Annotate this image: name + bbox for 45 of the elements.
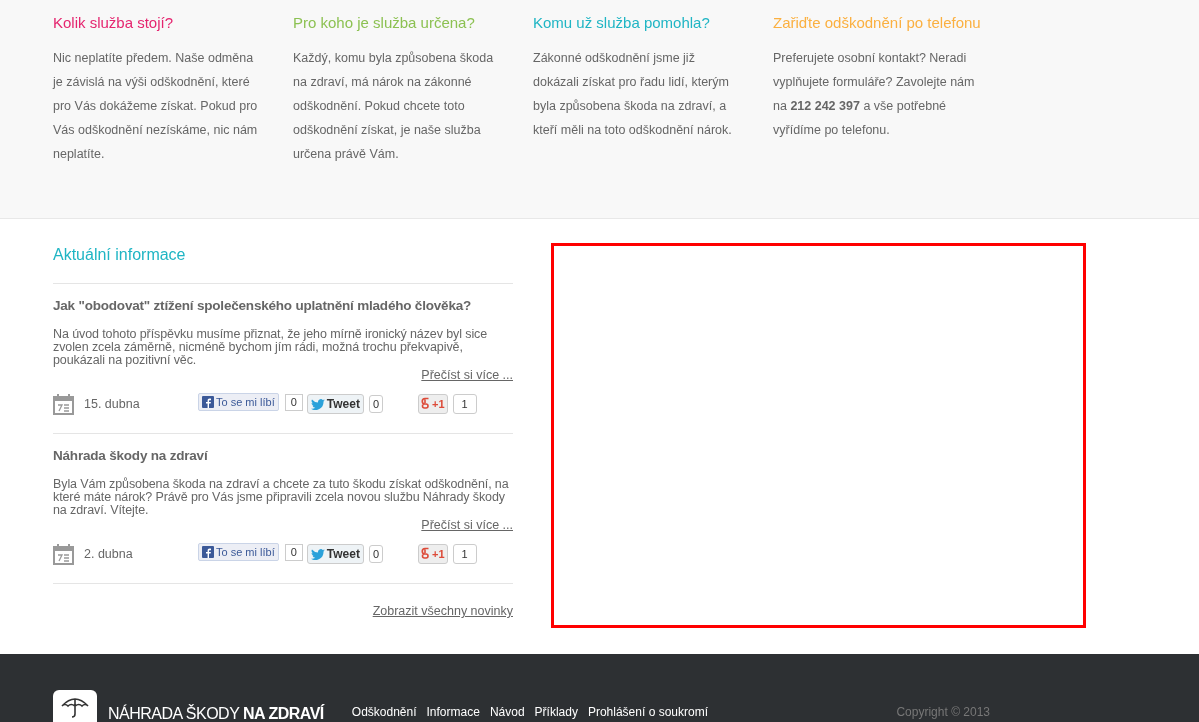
footer-link[interactable]: Informace	[426, 703, 480, 721]
brand-name: NÁHRADA ŠKODY NA ZDRAVÍ	[108, 704, 324, 722]
like-button[interactable]: To se mi líbí	[198, 393, 279, 411]
bird-icon	[310, 398, 325, 410]
column-text: Každý, komu byla způsobena škoda na zdraví, má nárok na zákonné odškodnění. Pokud chcete toto odškodnění získat, je naše služba určena právě Vám.	[293, 50, 495, 163]
like-count: 0	[284, 543, 303, 561]
tweet-count: 0	[368, 545, 384, 563]
column-text: Nic neplatíte předem. Naše odměna je závislá na výši odškodnění, které pro Vás dokážeme získat. Pokud pro Vás odškodnění nezískáme, nic nám neplatíte.	[53, 50, 259, 163]
article-title: Náhrada škody na zdraví	[53, 447, 209, 465]
article-text: Na úvod tohoto příspěvku musíme přiznat, že jeho mírně ironický název byl sice zvolen zcela záměrně, nicméně bychom jím rádi, možná trochu překvapivě, poukázali na pozitivní věc.	[53, 328, 489, 367]
article-date: 2. dubna	[84, 545, 134, 563]
footer-link[interactable]: Prohlášení o soukromí	[587, 703, 708, 721]
plus-one-count: 1	[452, 544, 477, 564]
bird-icon	[310, 548, 325, 560]
column-text: Zákonné odškodnění jsme již dokázali získat pro řadu lidí, kterým byla způsobena škoda na zdraví, a kteří měli na toto odškodnění nárok.	[533, 50, 733, 139]
all-news-link[interactable]: Zobrazit všechny novinky	[372, 602, 513, 621]
like-count: 0	[284, 393, 303, 411]
calendar-icon	[53, 543, 74, 565]
tweet-button[interactable]: Tweet	[306, 394, 364, 414]
column-title: Pro koho je služba určena?	[293, 13, 476, 33]
read-more-link[interactable]: Přečíst si více ...	[421, 367, 513, 383]
article-date: 15. dubna	[84, 395, 141, 413]
article-title: Jak "obodovat" ztížení společenského uplatnění mladého člověka?	[53, 297, 473, 315]
plus-one-button[interactable]: +1	[418, 394, 448, 414]
section-title: Aktuální informace	[53, 243, 513, 284]
plus-one-button[interactable]: +1	[418, 544, 448, 564]
plus-one-count: 1	[452, 394, 477, 414]
google-icon	[421, 397, 431, 411]
footer-link[interactable]: Příklady	[534, 703, 578, 721]
copyright-text: Copyright © 2013	[896, 704, 990, 721]
column-title: Zařiďte odškodnění po telefonu	[773, 13, 982, 33]
facebook-icon	[202, 546, 214, 558]
tweet-button[interactable]: Tweet	[306, 544, 364, 564]
calendar-icon	[53, 393, 74, 415]
read-more-link[interactable]: Přečíst si více ...	[421, 517, 513, 533]
tweet-count: 0	[368, 395, 384, 413]
google-icon	[421, 547, 431, 561]
column-title: Komu už služba pomohla?	[533, 13, 711, 33]
column-title: Kolik služba stojí?	[53, 13, 175, 33]
footer-link[interactable]: Odškodnění	[351, 703, 417, 721]
facebook-icon	[202, 396, 214, 408]
article-text: Byla Vám způsobena škoda na zdraví a chcete za tuto škodu získat odškodnění, na které máte nárok? Právě pro Vás jsme připravili zcela novou službu Náhrady škody na zdraví. Vítejte.	[53, 478, 510, 517]
like-button[interactable]: To se mi líbí	[198, 543, 279, 561]
footer-link[interactable]: Návod	[489, 703, 525, 721]
column-text: Preferujete osobní kontakt? Neradi vyplňujete formuláře? Zavolejte nám na 212 242 397 a vše potřebné vyřídíme po telefonu.	[773, 50, 976, 139]
